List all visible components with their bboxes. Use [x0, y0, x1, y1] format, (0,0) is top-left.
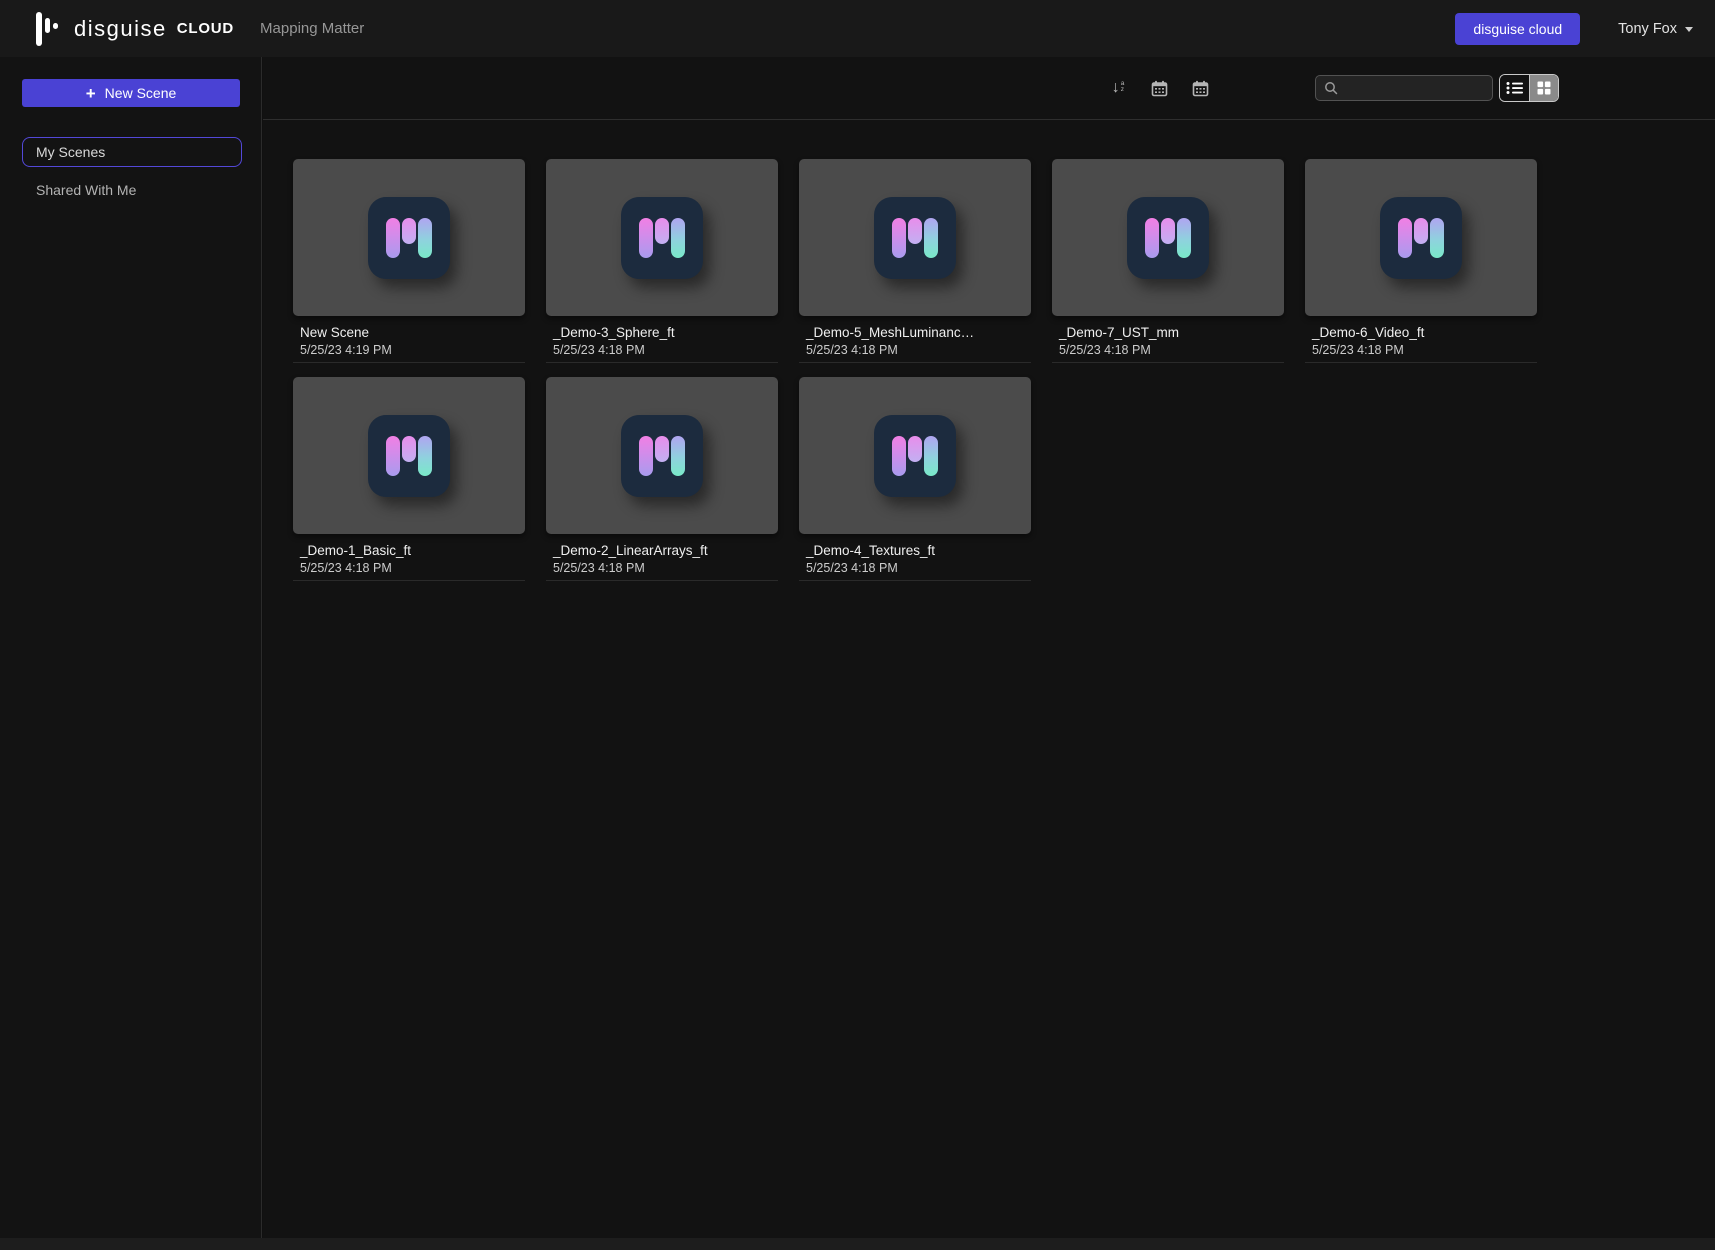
divider [293, 362, 525, 363]
disguise-cloud-button[interactable]: disguise cloud [1455, 13, 1580, 45]
scene-grid: New Scene 5/25/23 4:19 PM _Demo-3_Sphere… [293, 159, 1537, 581]
mapping-matter-logo-icon [368, 197, 450, 279]
new-scene-button[interactable]: + New Scene [22, 79, 240, 107]
calendar-created-icon[interactable] [1149, 78, 1169, 98]
scene-thumbnail[interactable] [1305, 159, 1537, 316]
chevron-down-icon [1685, 27, 1693, 32]
plus-icon: + [86, 85, 96, 102]
scene-card[interactable]: _Demo-1_Basic_ft 5/25/23 4:18 PM [293, 377, 525, 581]
toolbar: ↓ a z [263, 57, 1715, 120]
user-name: Tony Fox [1618, 21, 1677, 37]
scene-thumbnail[interactable] [1052, 159, 1284, 316]
sidebar-item-shared-with-me[interactable]: Shared With Me [22, 175, 242, 205]
scene-card[interactable]: _Demo-4_Textures_ft 5/25/23 4:18 PM [799, 377, 1031, 581]
scene-date: 5/25/23 4:18 PM [799, 343, 1031, 358]
scene-thumbnail[interactable] [546, 377, 778, 534]
sidebar-item-label: Shared With Me [36, 182, 136, 198]
user-menu[interactable]: Tony Fox [1618, 21, 1693, 37]
divider [546, 580, 778, 581]
footer-strip [0, 1238, 1715, 1250]
list-view-icon [1506, 81, 1524, 95]
mapping-matter-logo-icon [874, 197, 956, 279]
divider [799, 580, 1031, 581]
mapping-matter-logo-icon [368, 415, 450, 497]
main-content: ↓ a z [263, 57, 1715, 1250]
mapping-matter-logo-icon [874, 415, 956, 497]
scene-title: _Demo-7_UST_mm [1052, 325, 1284, 340]
divider [546, 362, 778, 363]
scene-title: _Demo-1_Basic_ft [293, 543, 525, 558]
app-title: Mapping Matter [260, 20, 364, 37]
scene-title: _Demo-6_Video_ft [1305, 325, 1537, 340]
scene-date: 5/25/23 4:18 PM [799, 561, 1031, 576]
scene-date: 5/25/23 4:18 PM [1052, 343, 1284, 358]
search-box[interactable] [1315, 75, 1493, 101]
view-toggle [1499, 74, 1559, 102]
mapping-matter-logo-icon [1127, 197, 1209, 279]
scene-thumbnail[interactable] [799, 159, 1031, 316]
divider [1052, 362, 1284, 363]
scene-card[interactable]: _Demo-2_LinearArrays_ft 5/25/23 4:18 PM [546, 377, 778, 581]
brand-name: disguise [74, 16, 167, 42]
scene-thumbnail[interactable] [293, 377, 525, 534]
scene-date: 5/25/23 4:18 PM [546, 561, 778, 576]
disguise-logo-icon [36, 11, 62, 47]
sidebar: + New Scene My Scenes Shared With Me [0, 57, 262, 1250]
search-input[interactable] [1344, 81, 1484, 96]
scene-thumbnail[interactable] [799, 377, 1031, 534]
scene-date: 5/25/23 4:18 PM [293, 561, 525, 576]
search-icon [1324, 81, 1338, 95]
scene-date: 5/25/23 4:19 PM [293, 343, 525, 358]
scene-card[interactable]: _Demo-5_MeshLuminanc… 5/25/23 4:18 PM [799, 159, 1031, 363]
grid-view-icon [1536, 80, 1552, 96]
calendar-modified-icon[interactable] [1190, 78, 1210, 98]
scene-card[interactable]: _Demo-3_Sphere_ft 5/25/23 4:18 PM [546, 159, 778, 363]
list-view-button[interactable] [1500, 75, 1529, 101]
disguise-brand: disguise CLOUD [36, 11, 234, 47]
sidebar-item-label: My Scenes [36, 144, 105, 160]
scene-title: _Demo-5_MeshLuminanc… [799, 325, 1031, 340]
mapping-matter-logo-icon [621, 415, 703, 497]
divider [799, 362, 1031, 363]
mapping-matter-logo-icon [621, 197, 703, 279]
scene-date: 5/25/23 4:18 PM [1305, 343, 1537, 358]
scene-card[interactable]: _Demo-7_UST_mm 5/25/23 4:18 PM [1052, 159, 1284, 363]
scene-title: _Demo-4_Textures_ft [799, 543, 1031, 558]
scene-card[interactable]: New Scene 5/25/23 4:19 PM [293, 159, 525, 363]
scene-date: 5/25/23 4:18 PM [546, 343, 778, 358]
new-scene-label: New Scene [105, 85, 177, 101]
divider [293, 580, 525, 581]
brand-suffix: CLOUD [177, 20, 234, 37]
scene-title: New Scene [293, 325, 525, 340]
grid-view-button[interactable] [1529, 75, 1558, 101]
top-bar: disguise CLOUD Mapping Matter disguise c… [0, 0, 1715, 57]
mapping-matter-logo-icon [1380, 197, 1462, 279]
scene-thumbnail[interactable] [293, 159, 525, 316]
divider [1305, 362, 1537, 363]
sort-icon[interactable]: ↓ a z [1108, 78, 1128, 98]
scene-title: _Demo-2_LinearArrays_ft [546, 543, 778, 558]
sidebar-item-my-scenes[interactable]: My Scenes [22, 137, 242, 167]
scene-card[interactable]: _Demo-6_Video_ft 5/25/23 4:18 PM [1305, 159, 1537, 363]
scene-title: _Demo-3_Sphere_ft [546, 325, 778, 340]
scene-thumbnail[interactable] [546, 159, 778, 316]
